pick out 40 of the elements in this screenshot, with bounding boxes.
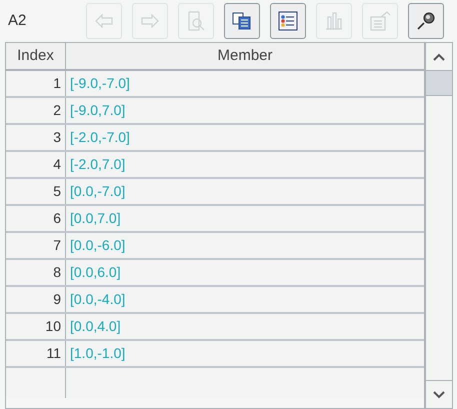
member-cell-text: [-9.0,7.0]: [69, 101, 126, 120]
up-caret-icon: [433, 52, 445, 60]
member-cell-text: [-2.0,7.0]: [69, 155, 126, 174]
member-cell-text: [1.0,-1.0]: [69, 344, 126, 363]
left-arrow-icon: [95, 14, 113, 28]
member-cell-text: [0.0,4.0]: [69, 317, 122, 336]
index-cell: 3: [6, 125, 66, 150]
member-cell-text: [-2.0,-7.0]: [69, 128, 131, 147]
column-header[interactable]: Member: [66, 43, 424, 69]
member-cell-text: [0.0,-6.0]: [69, 236, 126, 255]
bar-chart-icon: [324, 11, 344, 31]
down-caret-icon: [433, 390, 445, 398]
list-button[interactable]: [270, 3, 306, 39]
index-cell: 4: [6, 152, 66, 177]
index-cell: 6: [6, 206, 66, 231]
member-cell-text: [0.0,-7.0]: [69, 182, 126, 201]
member-cell-text: [0.0,-4.0]: [69, 290, 126, 309]
copy-button[interactable]: [224, 3, 260, 39]
properties-icon: [369, 11, 391, 31]
index-cell: 8: [6, 260, 66, 285]
index-cell: 9: [6, 287, 66, 312]
index-cell: 11: [6, 341, 66, 366]
magnifier-page-icon: [186, 11, 206, 31]
pin-button[interactable]: [408, 3, 444, 39]
scrollbar[interactable]: [424, 43, 452, 408]
column-header[interactable]: Index: [6, 43, 66, 69]
index-cell: 5: [6, 179, 66, 204]
cell-reference: A2: [8, 10, 28, 31]
index-cell: 10: [6, 314, 66, 339]
index-cell: 7: [6, 233, 66, 258]
index-cell: 1: [6, 71, 66, 96]
member-cell-text: [0.0,6.0]: [69, 263, 122, 282]
index-cell: 2: [6, 98, 66, 123]
list-icon: [278, 11, 298, 31]
copy-icon: [232, 12, 252, 30]
right-arrow-icon: [141, 14, 159, 28]
member-cell-text: [0.0,7.0]: [69, 209, 122, 228]
member-cell-text: [-9.0,-7.0]: [69, 74, 131, 93]
scroll-thumb[interactable]: [426, 71, 452, 96]
pushpin-icon: [416, 11, 436, 31]
